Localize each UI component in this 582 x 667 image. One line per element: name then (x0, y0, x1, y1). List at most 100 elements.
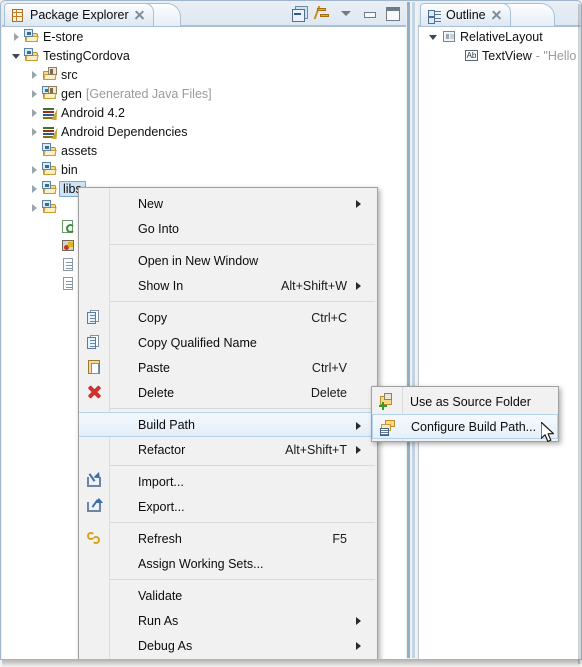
menu-item-debug-as[interactable]: Debug As (79, 633, 377, 658)
menu-item-label: Debug As (138, 638, 193, 653)
menu-item-label: Go Into (138, 221, 179, 236)
tree-item[interactable]: gen [Generated Java Files] (2, 84, 406, 103)
menu-item-new[interactable]: New (79, 191, 377, 216)
menu-item-refresh[interactable]: Refresh F5 (79, 526, 377, 551)
menu-item-run-as[interactable]: Run As (79, 608, 377, 633)
tree-item[interactable]: Android 4.2 (2, 103, 406, 122)
library-icon (42, 105, 58, 121)
menu-item-label: Refresh (138, 531, 182, 546)
menu-item-import[interactable]: Import... (79, 469, 377, 494)
submenu-arrow-icon (356, 642, 361, 650)
submenu-arrow-icon (356, 282, 361, 290)
outline-tabrow: Outline (418, 1, 580, 27)
menu-item-accelerator: Ctrl+C (311, 310, 347, 325)
menu-separator (109, 465, 375, 466)
maximize-icon[interactable] (384, 5, 400, 21)
menu-item-export[interactable]: Export... (79, 494, 377, 519)
outline-view: Outline RelativeLayout Ab TextView - "Hello (418, 1, 580, 659)
menu-item-label: Open in New Window (138, 253, 259, 268)
menu-item-label: Paste (138, 360, 170, 375)
tree-item-label: TestingCordova (43, 48, 130, 63)
expand-arrow-open-icon[interactable] (429, 32, 439, 42)
tree-item[interactable]: TestingCordova (2, 46, 406, 65)
panel-sash[interactable] (406, 2, 418, 658)
menu-separator (109, 408, 375, 409)
menu-item-label: Use as Source Folder (410, 394, 531, 409)
java-project-icon (24, 29, 40, 44)
tree-item[interactable]: Ab TextView - "Hello (419, 46, 580, 65)
menu-item-show-in[interactable]: Show In Alt+Shift+W (79, 273, 377, 298)
menu-item-copy-qualified-name[interactable]: Copy Qualified Name (79, 330, 377, 355)
library-icon (42, 124, 58, 140)
expand-arrow-closed-icon[interactable] (30, 89, 40, 99)
tree-item-suffix: [Generated Java Files] (85, 86, 212, 101)
menu-item-go-into[interactable]: Go Into (79, 216, 377, 241)
expand-arrow-closed-icon[interactable] (30, 165, 40, 175)
expand-arrow-closed-icon[interactable] (30, 184, 40, 194)
menu-item-label: Copy (138, 310, 168, 325)
expand-arrow-closed-icon[interactable] (30, 70, 40, 80)
menu-item-label: Delete (138, 385, 175, 400)
expand-arrow-closed-icon[interactable] (12, 32, 22, 42)
tab-label: Outline (446, 8, 486, 22)
export-icon (86, 498, 103, 515)
context-menu[interactable]: New Go Into Open in New Window Show In Alt+S… (78, 187, 378, 659)
window-frame: Package Explorer E-store TestingCordova sr… (0, 0, 582, 660)
menu-item-assign-working-sets[interactable]: Assign Working Sets... (79, 551, 377, 576)
menu-item-label: Configure Build Path... (411, 419, 537, 434)
expand-arrow-none (451, 51, 461, 61)
folder-icon (42, 162, 58, 177)
tree-item-label: bin (61, 162, 78, 177)
close-icon[interactable] (491, 10, 502, 21)
outline-tree[interactable]: RelativeLayout Ab TextView - "Hello (418, 26, 580, 659)
menu-item-label: Run As (138, 613, 179, 628)
menu-item-accelerator: Alt+Shift+W (281, 278, 347, 293)
view-menu-icon[interactable] (338, 5, 354, 21)
tree-item[interactable]: RelativeLayout (419, 27, 580, 46)
menu-item-label: New (138, 196, 164, 211)
tab-outline[interactable]: Outline (420, 3, 511, 26)
expand-arrow-none (30, 146, 40, 156)
tree-item[interactable]: assets (2, 141, 406, 160)
source-folder-icon (42, 67, 58, 82)
configure-build-path-icon (380, 419, 397, 436)
menu-item-paste[interactable]: Paste Ctrl+V (79, 355, 377, 380)
tree-item[interactable]: E-store (2, 27, 406, 46)
menu-item-copy[interactable]: Copy Ctrl+C (79, 305, 377, 330)
minimize-icon[interactable] (361, 5, 377, 21)
menu-item-label: Build Path (138, 417, 195, 432)
expand-arrow-closed-icon[interactable] (30, 108, 40, 118)
expand-arrow-closed-icon[interactable] (30, 203, 40, 213)
close-icon[interactable] (134, 10, 145, 21)
menu-separator (109, 244, 375, 245)
build-path-submenu[interactable]: Use as Source Folder Configure Build Path… (371, 386, 559, 442)
tree-item[interactable]: src (2, 65, 406, 84)
tree-item[interactable]: Android Dependencies (2, 122, 406, 141)
tab-package-explorer[interactable]: Package Explorer (4, 3, 154, 26)
expand-arrow-closed-icon[interactable] (30, 127, 40, 137)
expand-arrow-open-icon[interactable] (12, 51, 22, 61)
link-with-editor-icon[interactable] (313, 5, 334, 21)
generated-source-folder-icon (42, 86, 58, 101)
menu-item-validate[interactable]: Validate (79, 583, 377, 608)
menu-item-build-path[interactable]: Build Path (79, 412, 377, 437)
menu-item-label: Refactor (138, 442, 186, 457)
expand-arrow-none (48, 279, 58, 289)
menu-item-refactor[interactable]: Refactor Alt+Shift+T (79, 437, 377, 462)
delete-icon (86, 384, 103, 401)
config-file-icon (60, 219, 76, 234)
menu-item-accelerator: Delete (310, 385, 347, 400)
textview-icon: Ab (465, 50, 478, 61)
tree-item[interactable]: bin (2, 160, 406, 179)
menu-item-configure-build-path[interactable]: Configure Build Path... (372, 414, 558, 439)
tree-item-label: Android Dependencies (61, 124, 188, 139)
collapse-all-icon[interactable] (292, 5, 308, 22)
menu-item-label: Import... (138, 474, 184, 489)
menu-item-use-as-source-folder[interactable]: Use as Source Folder (372, 389, 558, 414)
menu-item-open-in-new-window[interactable]: Open in New Window (79, 248, 377, 273)
menu-item-delete[interactable]: Delete Delete (79, 380, 377, 405)
window-shadow-bottom (2, 660, 580, 667)
package-explorer-icon (11, 8, 25, 23)
tab-label: Package Explorer (30, 8, 129, 22)
tree-item-label: TextView (482, 48, 532, 63)
